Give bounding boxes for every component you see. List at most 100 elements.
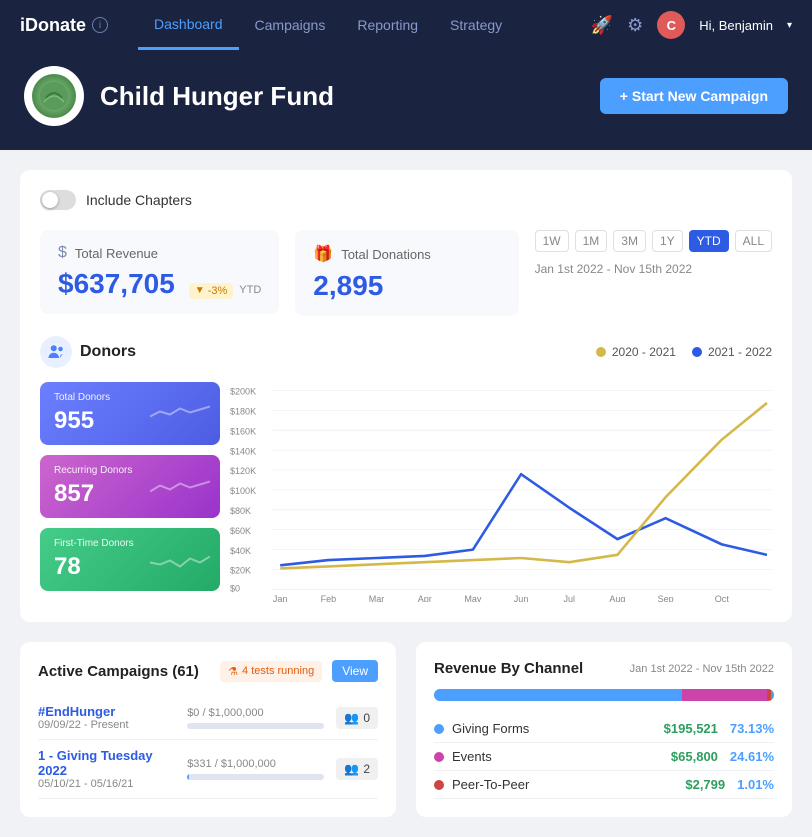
rocket-icon[interactable]: 🚀 (591, 15, 613, 36)
svg-text:$0: $0 (230, 583, 240, 593)
chart-area: Total Donors 955 Recurring Donors 857 (40, 382, 772, 602)
channel-bar (434, 689, 774, 701)
total-sparkline (150, 396, 210, 431)
channel-bar-other (771, 689, 774, 701)
svg-text:Aug: Aug (609, 594, 625, 602)
time-btn-1y[interactable]: 1Y (652, 230, 683, 252)
donor-cards: Total Donors 955 Recurring Donors 857 (40, 382, 220, 602)
campaign-item: #EndHunger 09/09/22 - Present $0 / $1,00… (38, 696, 378, 740)
legend-dot-2020 (596, 347, 606, 357)
donors-icon (40, 336, 72, 368)
revenue-value: $637,705 (58, 268, 175, 300)
tests-badge: ⚗ 4 tests running (220, 661, 322, 682)
fund-logo-image (32, 74, 76, 118)
dollar-icon: $ (58, 244, 67, 262)
app-logo: iDonate (20, 15, 86, 36)
time-btn-all[interactable]: ALL (735, 230, 772, 252)
svg-text:$200K: $200K (230, 386, 257, 396)
tests-area: ⚗ 4 tests running View (220, 660, 378, 682)
donors-header: Donors 2020 - 2021 2021 - 2022 (40, 336, 772, 368)
channel-title: Revenue By Channel (434, 660, 583, 677)
time-filters: 1W 1M 3M 1Y YTD ALL (535, 230, 772, 252)
recurring-sparkline (150, 469, 210, 504)
include-chapters-label: Include Chapters (86, 192, 192, 208)
campaign-item-2: 1 - Giving Tuesday 2022 05/10/21 - 05/16… (38, 740, 378, 799)
channel-value-events: $65,800 (671, 749, 718, 764)
time-btn-1m[interactable]: 1M (575, 230, 608, 252)
channel-dot-giving (434, 724, 444, 734)
recurring-donors-card: Recurring Donors 857 (40, 455, 220, 518)
fund-name: Child Hunger Fund (100, 81, 334, 112)
nav-campaigns[interactable]: Campaigns (239, 0, 342, 50)
campaign-info-2: 1 - Giving Tuesday 2022 05/10/21 - 05/16… (38, 748, 175, 790)
svg-text:$100K: $100K (230, 486, 257, 496)
user-name[interactable]: Hi, Benjamin (699, 18, 773, 33)
bottom-row: Active Campaigns (61) ⚗ 4 tests running … (20, 642, 792, 817)
campaign-name-1[interactable]: #EndHunger (38, 704, 175, 719)
total-revenue-card: $ Total Revenue $637,705 ▼ -3% YTD (40, 230, 279, 314)
main-nav: Dashboard Campaigns Reporting Strategy (138, 0, 591, 50)
total-donations-label: 🎁 Total Donations (313, 244, 500, 264)
channel-item-events: Events $65,800 24.61% (434, 743, 774, 771)
campaign-count-2: 👥 2 (336, 758, 378, 780)
campaign-date-2: 05/10/21 - 05/16/21 (38, 778, 175, 790)
main-content: Include Chapters $ Total Revenue $637,70… (0, 150, 812, 837)
channel-name-events: Events (452, 749, 671, 764)
view-button[interactable]: View (332, 660, 378, 682)
firsttime-sparkline (150, 542, 210, 577)
svg-text:$140K: $140K (230, 446, 257, 456)
campaign-progress-1: $0 / $1,000,000 (187, 707, 324, 729)
svg-text:Mar: Mar (369, 594, 385, 602)
channel-pct-giving: 73.13% (730, 721, 774, 736)
gift-icon: 🎁 (313, 244, 333, 264)
chart-section: Donors 2020 - 2021 2021 - 2022 T (40, 336, 772, 602)
start-campaign-button[interactable]: + Start New Campaign (600, 78, 788, 114)
time-btn-1w[interactable]: 1W (535, 230, 569, 252)
progress-bar-2 (187, 774, 324, 780)
campaign-name-2[interactable]: 1 - Giving Tuesday 2022 (38, 748, 175, 778)
donations-value: 2,895 (313, 270, 383, 301)
svg-text:Apr: Apr (418, 594, 432, 602)
total-donations-card: 🎁 Total Donations 2,895 (295, 230, 518, 316)
channel-value-p2p: $2,799 (685, 777, 725, 792)
app-header: iDonate i Dashboard Campaigns Reporting … (0, 0, 812, 50)
header-right: 🚀 ⚙ C Hi, Benjamin ▾ (591, 11, 792, 39)
total-revenue-label: $ Total Revenue (58, 244, 261, 262)
svg-text:$180K: $180K (230, 406, 257, 416)
svg-text:$20K: $20K (230, 566, 252, 576)
include-chapters-toggle[interactable] (40, 190, 76, 210)
chevron-down-icon: ▾ (787, 20, 792, 31)
time-btn-3m[interactable]: 3M (613, 230, 646, 252)
svg-text:$60K: $60K (230, 526, 252, 536)
channel-pct-events: 24.61% (730, 749, 774, 764)
fund-logo (24, 66, 84, 126)
channel-date: Jan 1st 2022 - Nov 15th 2022 (630, 663, 774, 675)
nav-reporting[interactable]: Reporting (341, 0, 434, 50)
toggle-knob (42, 192, 58, 208)
donors-title: Donors (80, 343, 136, 361)
legend-dot-2021 (692, 347, 702, 357)
legend-2020-2021: 2020 - 2021 (596, 345, 676, 359)
include-chapters-row: Include Chapters (40, 190, 772, 210)
revenue-ytd: YTD (239, 284, 261, 296)
campaign-count-icon-2: 👥 (344, 762, 359, 776)
gear-icon[interactable]: ⚙ (627, 15, 643, 36)
fund-header: Child Hunger Fund + Start New Campaign (0, 50, 812, 150)
svg-text:Oct: Oct (715, 594, 729, 602)
svg-text:$160K: $160K (230, 426, 257, 436)
info-icon[interactable]: i (92, 17, 108, 33)
campaign-date-1: 09/09/22 - Present (38, 719, 175, 731)
time-btn-ytd[interactable]: YTD (689, 230, 729, 252)
svg-text:Jan: Jan (273, 594, 288, 602)
active-campaigns-card: Active Campaigns (61) ⚗ 4 tests running … (20, 642, 396, 817)
date-range: Jan 1st 2022 - Nov 15th 2022 (535, 262, 772, 276)
time-filters-area: 1W 1M 3M 1Y YTD ALL Jan 1st 2022 - Nov 1… (535, 230, 772, 276)
progress-bar-1 (187, 723, 324, 729)
progress-fill-2 (187, 774, 188, 780)
nav-dashboard[interactable]: Dashboard (138, 0, 239, 50)
fund-info: Child Hunger Fund (24, 66, 334, 126)
total-donors-card: Total Donors 955 (40, 382, 220, 445)
revenue-channel-card: Revenue By Channel Jan 1st 2022 - Nov 15… (416, 642, 792, 817)
channel-name-p2p: Peer-To-Peer (452, 777, 685, 792)
nav-strategy[interactable]: Strategy (434, 0, 518, 50)
